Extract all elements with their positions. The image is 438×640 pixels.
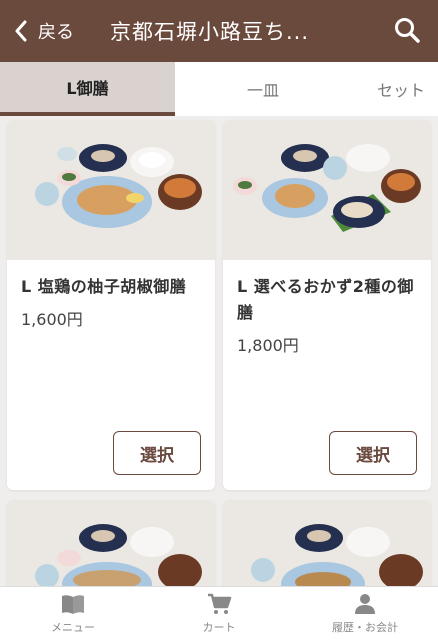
food-photo [223, 120, 431, 260]
menu-card[interactable]: L 選べるおかず2種の御膳 1,800円 選択 [223, 120, 431, 490]
person-icon [355, 594, 375, 614]
food-photo [223, 500, 431, 586]
back-label: 戻る [38, 22, 74, 43]
select-button[interactable]: 選択 [329, 431, 417, 475]
item-price: 1,600円 [21, 310, 83, 329]
menu-card[interactable]: L 塩鶏の柚子胡椒御膳 1,600円 選択 [7, 120, 215, 490]
tab-hitosara[interactable]: 一皿 [175, 62, 351, 116]
tab-l-gozen[interactable]: L御膳 [0, 62, 175, 116]
nav-cart[interactable]: カート [146, 587, 292, 640]
food-photo [7, 500, 215, 586]
menu-card[interactable] [7, 500, 215, 586]
book-icon [62, 595, 84, 614]
cart-icon [208, 593, 232, 614]
tab-set[interactable]: セット [351, 62, 438, 116]
page-title: 京都石塀小路豆ち... [110, 20, 310, 44]
search-icon [395, 18, 420, 43]
back-button[interactable]: 戻る [0, 0, 100, 62]
nav-cart-label: カート [202, 621, 236, 634]
menu-card[interactable] [223, 500, 431, 586]
nav-menu[interactable]: メニュー [0, 587, 146, 640]
item-name: L 塩鶏の柚子胡椒御膳 [21, 277, 187, 296]
item-name: L 選べるおかず2種の御膳 [237, 277, 414, 322]
nav-history-label: 履歴・お会計 [332, 621, 398, 634]
category-tabs: L御膳 一皿 セット [0, 62, 438, 116]
nav-history[interactable]: 履歴・お会計 [292, 587, 438, 640]
app-header: 戻る 京都石塀小路豆ち... [0, 0, 438, 62]
select-button[interactable]: 選択 [113, 431, 201, 475]
food-photo [7, 120, 215, 260]
chevron-left-icon [15, 20, 27, 42]
search-button[interactable] [390, 13, 424, 47]
nav-menu-label: メニュー [51, 621, 95, 634]
bottom-nav: メニュー カート 履歴・お会計 [0, 586, 438, 640]
item-price: 1,800円 [237, 336, 299, 355]
menu-grid: L 塩鶏の柚子胡椒御膳 1,600円 選択 L 選べるおかず2種の御膳 1,80… [0, 116, 438, 586]
